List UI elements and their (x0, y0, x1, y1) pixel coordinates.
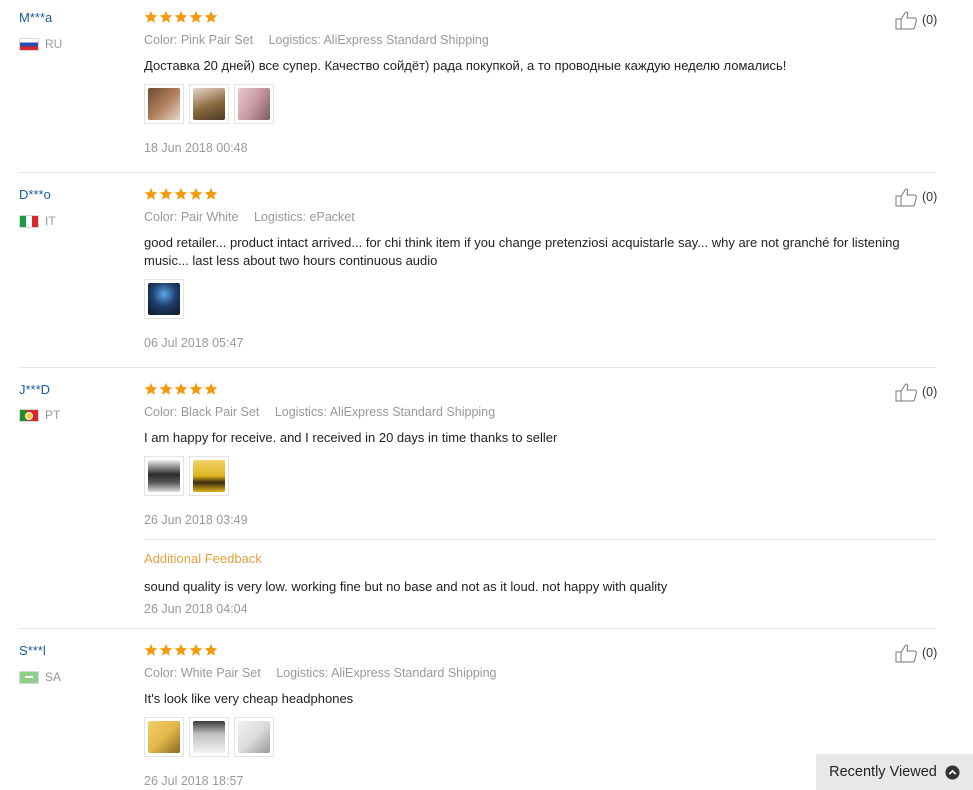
star-icon (189, 382, 203, 396)
review-photo-thumbnail[interactable] (144, 84, 184, 124)
review-photo-thumbnail[interactable] (189, 84, 229, 124)
reviewer-country: RU (19, 37, 62, 51)
reviewer-country: SA (19, 670, 61, 684)
review-photos (144, 279, 184, 319)
review-photo-thumbnail[interactable] (144, 717, 184, 757)
country-code: SA (45, 670, 62, 684)
color-info: Color: Pink Pair Set (144, 33, 254, 47)
review-photos (144, 84, 274, 124)
star-rating (144, 382, 218, 396)
thumbs-up-icon (895, 10, 919, 30)
reviewer-country: PT (19, 408, 60, 422)
star-icon (204, 382, 218, 396)
helpful-button[interactable]: (0) (895, 187, 937, 207)
star-icon (144, 643, 158, 657)
thumbs-up-icon (895, 382, 919, 402)
reviewer-name[interactable]: J***D (19, 382, 50, 397)
star-rating (144, 643, 218, 657)
logistics-info: Logistics: ePacket (253, 210, 355, 224)
star-icon (159, 187, 173, 201)
review-date: 18 Jun 2018 00:48 (144, 141, 248, 155)
star-rating (144, 10, 218, 24)
review-date: 26 Jul 2018 18:57 (144, 774, 244, 788)
order-info: Color: Pink Pair Set Logistics: AliExpre… (144, 33, 501, 47)
helpful-button[interactable]: (0) (895, 643, 937, 663)
helpful-count: (0) (922, 13, 938, 27)
star-icon (204, 187, 218, 201)
star-icon (144, 187, 158, 201)
logistics-info: Logistics: AliExpress Standard Shipping (274, 405, 496, 419)
helpful-button[interactable]: (0) (895, 10, 937, 30)
review-photo-thumbnail[interactable] (189, 717, 229, 757)
review-date: 26 Jun 2018 03:49 (144, 513, 248, 527)
color-info: Color: White Pair Set (144, 666, 261, 680)
additional-feedback-divider (144, 539, 936, 540)
star-icon (174, 643, 188, 657)
reviewer-name[interactable]: M***a (19, 10, 52, 25)
helpful-count: (0) (922, 190, 938, 204)
logistics-info: Logistics: AliExpress Standard Shipping (276, 666, 497, 680)
star-icon (204, 643, 218, 657)
order-info: Color: Black Pair Set Logistics: AliExpr… (144, 405, 507, 419)
star-icon (159, 382, 173, 396)
color-info: Color: Black Pair Set (144, 405, 260, 419)
portugal-flag-icon (19, 408, 39, 422)
chevron-up-circle-icon (945, 764, 960, 780)
color-info: Color: Pair White (144, 210, 239, 224)
review-text: It's look like very cheap headphones (144, 691, 354, 706)
helpful-button[interactable]: (0) (895, 382, 937, 402)
country-code: RU (45, 37, 63, 51)
logistics-info: Logistics: AliExpress Standard Shipping (268, 33, 489, 47)
star-icon (174, 382, 188, 396)
review-text: good retailer... product intact arrived.… (144, 235, 900, 268)
star-rating (144, 187, 218, 201)
recently-viewed-button[interactable]: Recently Viewed (816, 754, 973, 790)
country-code: PT (45, 408, 61, 422)
review-text: Доставка 20 дней) все супер. Качество со… (144, 58, 787, 73)
review-photo-thumbnail[interactable] (234, 717, 274, 757)
reviewer-country: IT (19, 214, 56, 228)
star-icon (204, 10, 218, 24)
star-icon (144, 382, 158, 396)
star-icon (189, 187, 203, 201)
star-icon (144, 10, 158, 24)
star-icon (159, 10, 173, 24)
review-date: 06 Jul 2018 05:47 (144, 336, 244, 350)
order-info: Color: White Pair Set Logistics: AliExpr… (144, 666, 508, 680)
additional-feedback-date: 26 Jun 2018 04:04 (144, 602, 248, 616)
reviewer-name[interactable]: D***o (19, 187, 51, 202)
star-icon (174, 187, 188, 201)
star-icon (159, 643, 173, 657)
review-photos (144, 717, 274, 757)
star-icon (174, 10, 188, 24)
additional-feedback-text: sound quality is very low. working fine … (144, 579, 668, 594)
italy-flag-icon (19, 214, 39, 228)
review-photo-thumbnail[interactable] (234, 84, 274, 124)
recently-viewed-label: Recently Viewed (829, 764, 937, 780)
review-photo-thumbnail[interactable] (144, 279, 184, 319)
review-divider (18, 628, 936, 629)
russia-flag-icon (19, 37, 39, 51)
reviewer-name[interactable]: S***l (19, 643, 46, 658)
thumbs-up-icon (895, 643, 919, 663)
review-photo-thumbnail[interactable] (189, 456, 229, 496)
order-info: Color: Pair White Logistics: ePacket (144, 210, 367, 224)
helpful-count: (0) (922, 646, 938, 660)
country-code: IT (45, 214, 56, 228)
helpful-count: (0) (922, 385, 938, 399)
star-icon (189, 643, 203, 657)
additional-feedback-label: Additional Feedback (144, 551, 262, 566)
saudi-arabia-flag-icon (19, 670, 39, 684)
review-photo-thumbnail[interactable] (144, 456, 184, 496)
review-divider (18, 172, 936, 173)
review-text: I am happy for receive. and I received i… (144, 430, 558, 445)
thumbs-up-icon (895, 187, 919, 207)
star-icon (189, 10, 203, 24)
review-photos (144, 456, 229, 496)
review-divider (18, 367, 936, 368)
